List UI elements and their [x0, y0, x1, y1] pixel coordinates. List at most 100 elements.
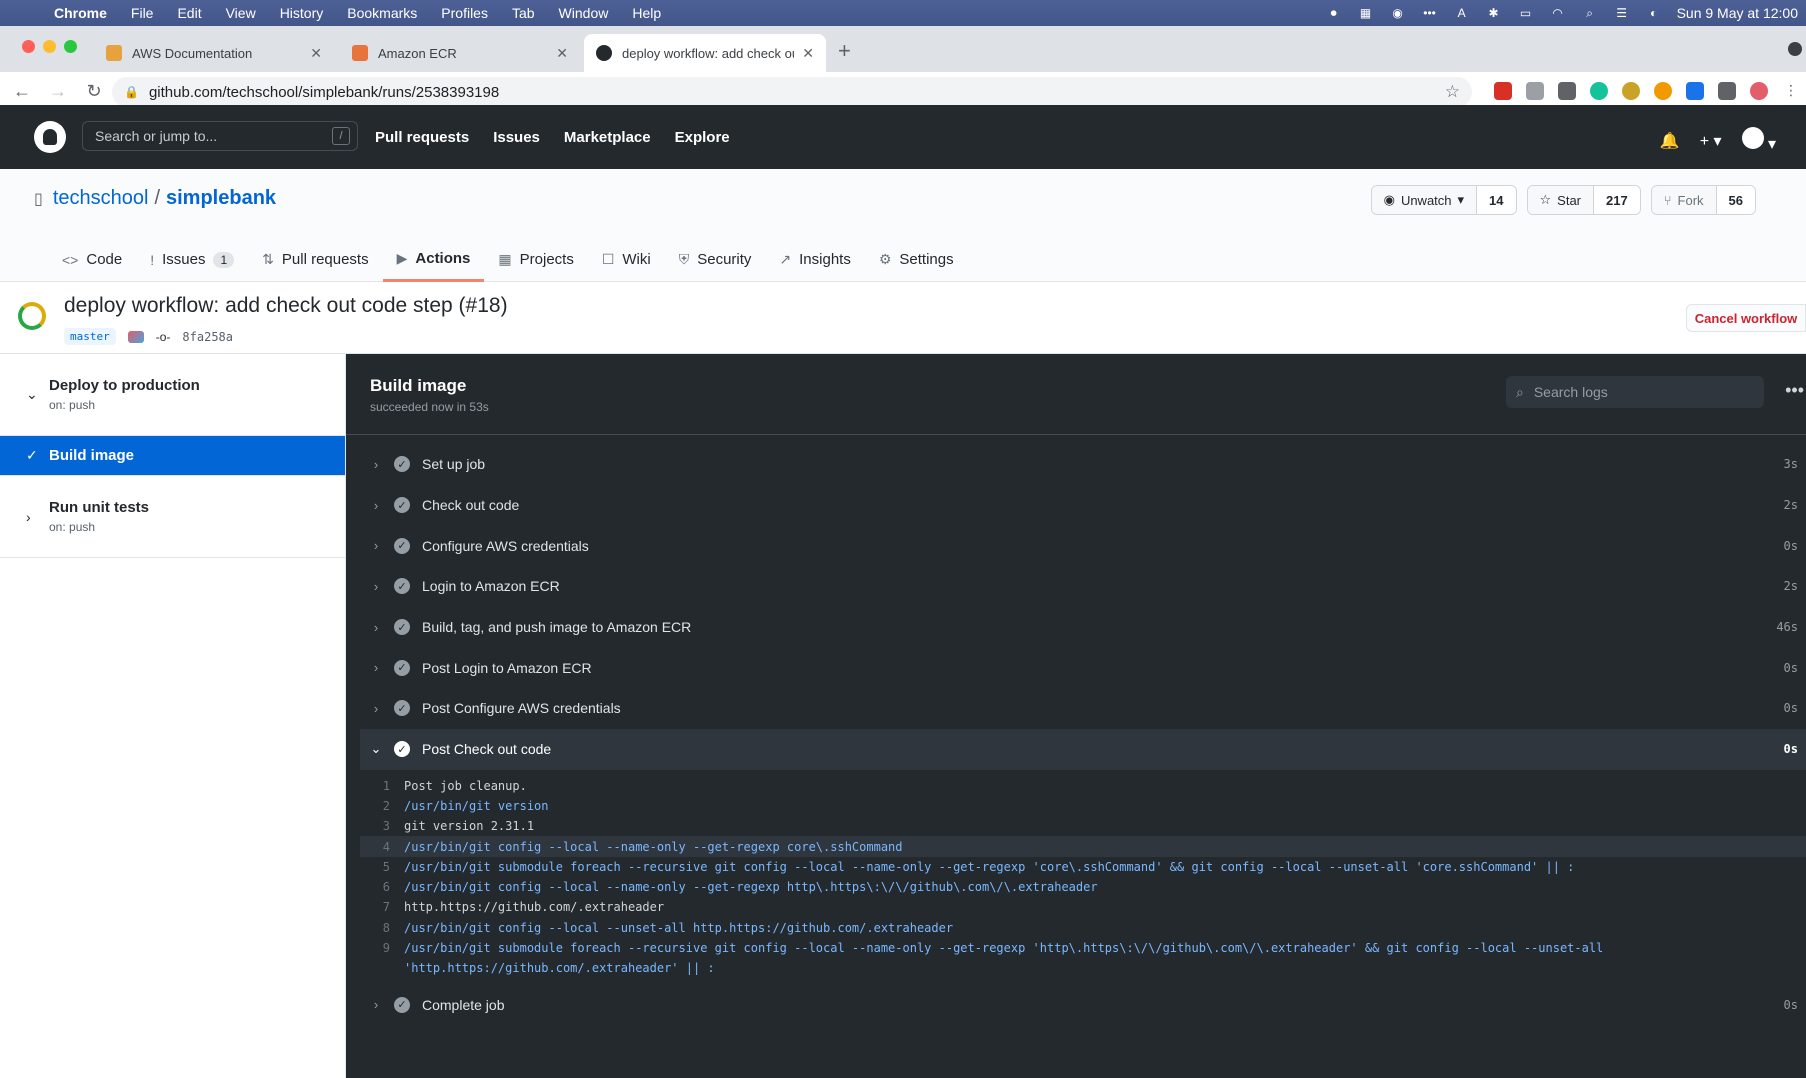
battery-icon[interactable]: ▭ — [1517, 6, 1535, 20]
line-number[interactable]: 7 — [360, 900, 404, 914]
log-line[interactable]: 3 git version 2.31.1 — [360, 816, 1806, 836]
job-item-build-image[interactable]: ✓ Build image — [0, 436, 345, 476]
menu-bookmarks[interactable]: Bookmarks — [335, 5, 429, 21]
siri-icon[interactable]: ◐ — [1645, 6, 1663, 20]
log-line[interactable]: 1 Post job cleanup. — [360, 776, 1806, 796]
fork-button[interactable]: ⑂ Fork — [1651, 186, 1717, 214]
line-number[interactable]: 2 — [360, 799, 404, 813]
chevron-down-icon[interactable]: ⌄ — [26, 354, 38, 435]
log-line[interactable]: 5/usr/bin/git submodule foreach --recurs… — [360, 857, 1806, 877]
new-tab-icon[interactable]: + — [838, 38, 851, 64]
extension-search-icon[interactable] — [1558, 82, 1576, 100]
chevron-right-icon[interactable]: › — [362, 457, 390, 472]
search-logs-input[interactable]: ⌕ Search logs — [1506, 376, 1764, 408]
nav-explore[interactable]: Explore — [675, 129, 730, 146]
bookmark-star-icon[interactable]: ☆ — [1445, 82, 1460, 102]
chevron-right-icon[interactable]: › — [362, 579, 390, 594]
log-line[interactable]: 6/usr/bin/git config --local --name-only… — [360, 877, 1806, 897]
line-number[interactable]: 3 — [360, 819, 404, 833]
wifi-icon[interactable]: ◠ — [1549, 6, 1567, 20]
menu-profiles[interactable]: Profiles — [429, 5, 500, 21]
menu-window[interactable]: Window — [547, 5, 621, 21]
menu-tab[interactable]: Tab — [500, 5, 547, 21]
unwatch-button[interactable]: ◉ Unwatch ▾ — [1371, 186, 1478, 214]
repo-name-link[interactable]: simplebank — [166, 187, 276, 210]
browser-tab-aws-docs[interactable]: AWS Documentation ✕ — [94, 34, 334, 72]
job-item-run-unit-tests[interactable]: › Run unit tests on: push — [0, 476, 345, 558]
spotlight-icon[interactable]: ⌕ — [1581, 6, 1599, 20]
nav-marketplace[interactable]: Marketplace — [564, 129, 651, 146]
step-row[interactable]: › ✓ Complete job 0s — [360, 984, 1806, 1025]
reload-icon[interactable]: ↻ — [80, 81, 108, 102]
star-button[interactable]: ☆ Star — [1527, 186, 1595, 214]
chevron-right-icon[interactable]: › — [362, 701, 390, 716]
line-number[interactable]: 6 — [360, 880, 404, 894]
close-tab-icon[interactable]: ✕ — [310, 45, 322, 62]
tab-issues[interactable]: ! Issues 1 — [136, 237, 248, 282]
step-row-expanded[interactable]: ⌄ ✓ Post Check out code 0s — [360, 728, 1806, 770]
forward-arrow-icon[interactable]: → — [44, 81, 72, 102]
avatar[interactable] — [1741, 127, 1764, 149]
tab-settings[interactable]: ⚙ Settings — [865, 237, 968, 282]
line-number[interactable]: 1 — [360, 779, 404, 793]
evernote-icon[interactable]: ◉ — [1389, 6, 1407, 20]
tab-wiki[interactable]: ☐ Wiki — [588, 237, 665, 282]
step-row[interactable]: › ✓ Configure AWS credentials 0s — [360, 525, 1806, 566]
chevron-right-icon[interactable]: › — [26, 476, 31, 557]
watch-count[interactable]: 14 — [1477, 186, 1516, 214]
chevron-right-icon[interactable]: › — [362, 498, 390, 513]
menu-app-name[interactable]: Chrome — [42, 5, 119, 21]
step-row[interactable]: › ✓ Login to Amazon ECR 2s — [360, 566, 1806, 607]
menu-file[interactable]: File — [119, 5, 166, 21]
step-row[interactable]: › ✓ Set up job 3s — [360, 444, 1806, 485]
actor-avatar[interactable] — [127, 330, 144, 343]
browser-tab-deploy-workflow[interactable]: deploy workflow: add check ou ✕ — [584, 34, 826, 72]
docker-icon[interactable]: ▦ — [1357, 6, 1375, 20]
step-row[interactable]: › ✓ Post Configure AWS credentials 0s — [360, 688, 1806, 729]
log-line[interactable]: 4/usr/bin/git config --local --name-only… — [360, 836, 1806, 857]
close-tab-icon[interactable]: ✕ — [802, 45, 814, 62]
back-arrow-icon[interactable]: ← — [8, 81, 36, 102]
menu-history[interactable]: History — [268, 5, 336, 21]
more-options-icon[interactable]: ••• — [1785, 380, 1804, 401]
chevron-right-icon[interactable]: › — [362, 538, 390, 553]
notifications-bell-icon[interactable]: 🔔 — [1660, 131, 1680, 151]
workflow-item[interactable]: ⌄ Deploy to production on: push — [0, 354, 345, 436]
log-line[interactable]: 9/usr/bin/git submodule foreach --recurs… — [360, 938, 1806, 958]
more-dots-icon[interactable]: ••• — [1421, 6, 1439, 20]
user-menu[interactable]: ▾ — [1741, 127, 1776, 154]
extension-badge-icon[interactable] — [1494, 82, 1512, 100]
nav-issues[interactable]: Issues — [493, 129, 540, 146]
extension-cookie-icon[interactable] — [1622, 82, 1640, 100]
step-row[interactable]: › ✓ Check out code 2s — [360, 485, 1806, 526]
input-source-icon[interactable]: A — [1453, 6, 1471, 20]
browser-tab-amazon-ecr[interactable]: Amazon ECR ✕ — [340, 34, 580, 72]
grammarly-icon[interactable] — [1590, 82, 1608, 100]
translate-extension-icon[interactable] — [1686, 82, 1704, 100]
branch-badge[interactable]: master — [64, 328, 116, 345]
line-number[interactable]: 8 — [360, 921, 404, 935]
tab-projects[interactable]: ▦ Projects — [484, 237, 587, 282]
control-center-icon[interactable]: ☰ — [1613, 6, 1631, 20]
tab-search-icon[interactable] — [1788, 42, 1802, 56]
extension-camera-icon[interactable] — [1526, 82, 1544, 100]
menu-edit[interactable]: Edit — [165, 5, 213, 21]
line-number[interactable]: 4 — [360, 840, 404, 854]
close-tab-icon[interactable]: ✕ — [556, 45, 568, 62]
github-logo-icon[interactable] — [34, 121, 66, 153]
star-count[interactable]: 217 — [1594, 186, 1640, 214]
bluetooth-icon[interactable]: ✱ — [1485, 6, 1503, 20]
nav-pull-requests[interactable]: Pull requests — [375, 129, 469, 146]
tab-actions[interactable]: ▶ Actions — [382, 237, 485, 282]
create-new-plus-icon[interactable]: + ▾ — [1700, 131, 1722, 151]
log-line-wrap[interactable]: 'http.https://github.com/.extraheader' |… — [360, 958, 1806, 978]
tab-insights[interactable]: ↗ Insights — [765, 237, 864, 282]
chevron-right-icon[interactable]: › — [362, 997, 390, 1012]
chevron-down-icon[interactable]: ⌄ — [362, 741, 390, 757]
record-icon[interactable]: ⏺ — [1325, 6, 1343, 20]
repo-owner-link[interactable]: techschool — [53, 187, 149, 210]
lock-icon[interactable]: 🔒 — [124, 85, 139, 99]
address-bar[interactable]: 🔒 github.com/techschool/simplebank/runs/… — [112, 77, 1472, 107]
log-line[interactable]: 7 http.https://github.com/.extraheader — [360, 897, 1806, 917]
chevron-right-icon[interactable]: › — [362, 620, 390, 635]
